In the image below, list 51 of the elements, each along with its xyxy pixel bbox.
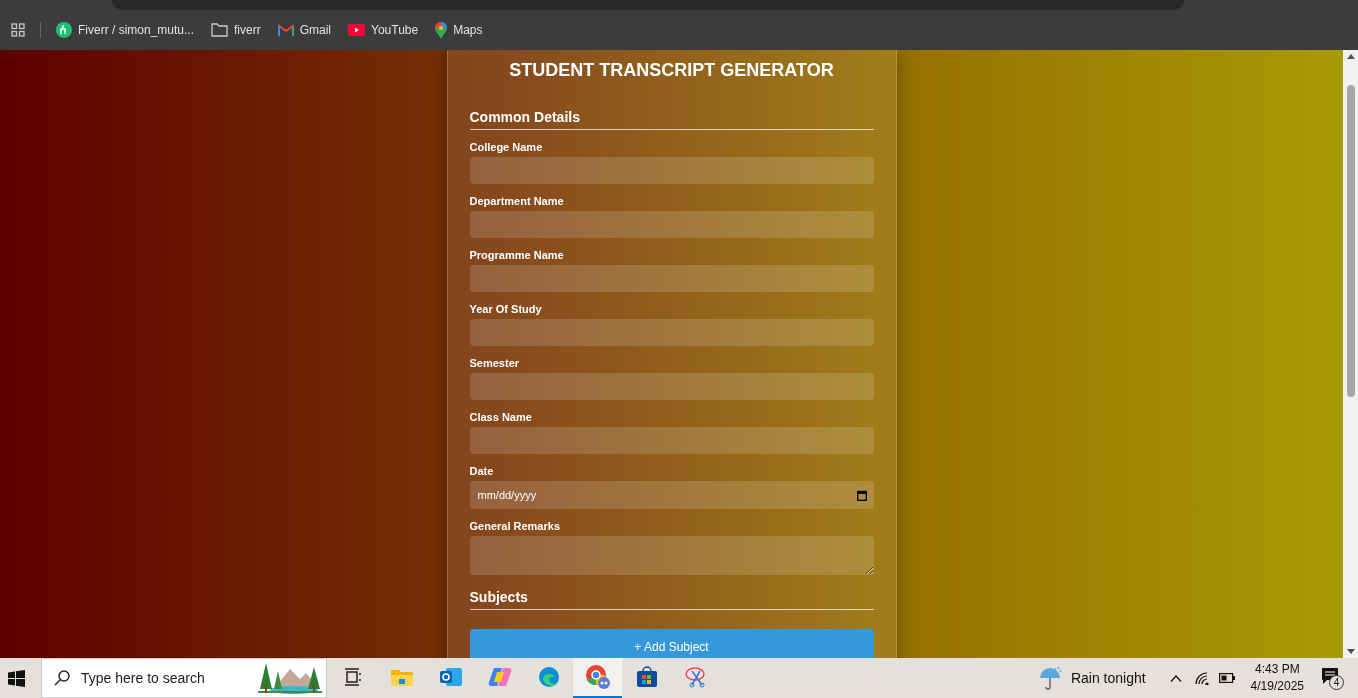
browser-icon xyxy=(584,664,611,690)
chevron-up-icon[interactable] xyxy=(1169,674,1182,682)
play-icon xyxy=(348,24,366,36)
map-pin-icon xyxy=(435,21,448,39)
field-label: College Name xyxy=(469,140,544,154)
bookmark[interactable]: Gmail xyxy=(277,21,332,39)
scroll-down-icon[interactable] xyxy=(1346,649,1355,654)
section-heading: Subjects xyxy=(469,588,874,610)
calendar-icon[interactable] xyxy=(856,489,867,501)
field-label: Date xyxy=(469,464,495,478)
bookmark[interactable]: YouTube xyxy=(348,21,419,39)
field-label: Programme Name xyxy=(469,248,565,262)
wifi-icon[interactable] xyxy=(1194,671,1209,685)
battery-icon[interactable] xyxy=(1218,673,1235,683)
clock[interactable]: 4:43 PM 4/19/2025 xyxy=(1250,661,1304,695)
apps-grid-icon[interactable] xyxy=(11,23,25,37)
date-field[interactable]: mm/dd/yyyy xyxy=(469,481,874,509)
scrollbar[interactable] xyxy=(1343,50,1358,658)
field-label: Year Of Study xyxy=(469,302,543,316)
weather-text[interactable]: Rain tonight xyxy=(1070,667,1146,689)
field-label: Class Name xyxy=(469,410,533,424)
clock-time: 4:43 PM xyxy=(1254,661,1300,678)
folder-icon xyxy=(211,23,229,37)
windows-start-icon[interactable] xyxy=(8,669,25,687)
task-view-icon xyxy=(342,668,363,686)
taskbar-app[interactable] xyxy=(573,658,622,698)
notification-count: 4 xyxy=(1329,675,1344,690)
folder-icon xyxy=(390,668,413,686)
mail-app-icon xyxy=(439,666,462,688)
shopping-bag-icon xyxy=(635,666,658,688)
field-label: General Remarks xyxy=(469,519,561,533)
search-box[interactable]: Type here to search xyxy=(41,658,327,698)
field-label: Semester xyxy=(469,356,521,370)
scissors-icon xyxy=(683,665,708,689)
umbrella-rain-icon[interactable] xyxy=(1038,665,1063,691)
browser-icon xyxy=(537,666,560,688)
bookmark[interactable]: Fiverr / simon_mutu... xyxy=(56,21,195,39)
swirl-icon xyxy=(487,666,512,688)
field-label: Department Name xyxy=(469,194,565,208)
date-placeholder: mm/dd/yyyy xyxy=(477,487,537,503)
section-heading: Common Details xyxy=(469,108,874,130)
mail-icon xyxy=(277,24,294,36)
bookmark[interactable]: fiverr xyxy=(211,21,261,39)
clock-date: 4/19/2025 xyxy=(1250,678,1304,695)
search-icon xyxy=(54,670,70,686)
bookmark[interactable]: Maps xyxy=(435,21,483,39)
search-placeholder: Type here to search xyxy=(81,668,205,688)
scroll-up-icon[interactable] xyxy=(1346,54,1355,59)
scrollbar-thumb[interactable] xyxy=(1346,85,1355,397)
page-title: STUDENT TRANSCRIPT GENERATOR xyxy=(508,59,835,82)
site-logo-icon xyxy=(56,22,72,38)
